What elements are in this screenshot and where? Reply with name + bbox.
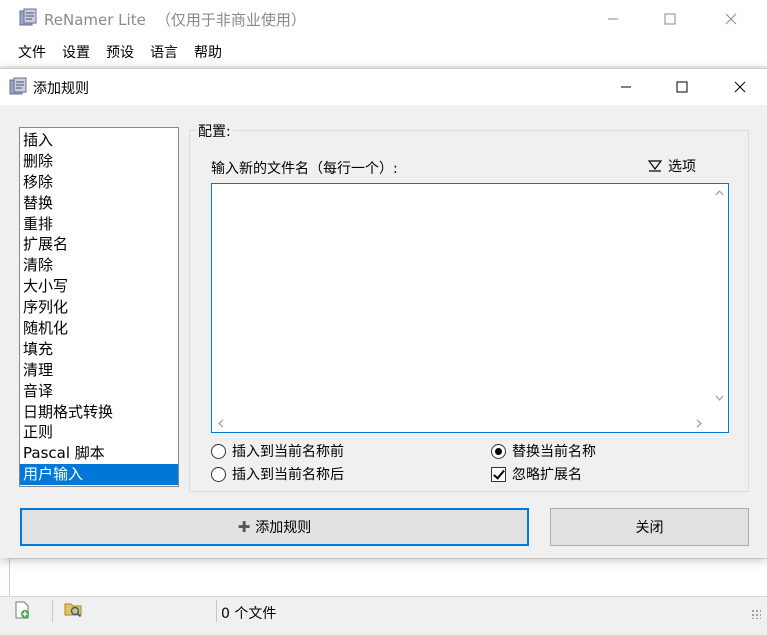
radio-insert-before-label: 插入到当前名称前 — [232, 444, 344, 460]
rule-item-strip[interactable]: 清除 — [20, 255, 178, 276]
rule-item-randomize[interactable]: 随机化 — [20, 318, 178, 339]
scroll-up-icon[interactable] — [715, 190, 724, 196]
horizontal-scrollbar[interactable] — [212, 415, 712, 432]
checkbox-ignore-extension-label: 忽略扩展名 — [512, 467, 582, 483]
file-count-text: 0 个文件 — [221, 606, 277, 622]
rule-item-cleanup[interactable]: 清理 — [20, 360, 178, 381]
menu-presets[interactable]: 预设 — [98, 42, 142, 62]
menu-language[interactable]: 语言 — [142, 42, 186, 62]
radio-insert-before[interactable]: 插入到当前名称前 — [211, 441, 344, 461]
renamer-app-icon — [9, 77, 27, 95]
rule-item-padding[interactable]: 填充 — [20, 339, 178, 360]
rule-item-replace[interactable]: 替换 — [20, 193, 178, 214]
radio-insert-after-label: 插入到当前名称后 — [232, 467, 344, 483]
radio-insert-after-circle[interactable] — [211, 466, 226, 482]
radio-replace-current[interactable]: 替换当前名称 — [491, 441, 596, 461]
menu-file[interactable]: 文件 — [10, 42, 54, 62]
scroll-right-icon[interactable] — [696, 419, 702, 428]
minimize-icon — [608, 18, 618, 20]
main-files-panel-edge — [10, 558, 767, 596]
main-menubar: 文件 设置 预设 语言 帮助 — [0, 38, 767, 66]
close-button-label: 关闭 — [635, 520, 664, 536]
options-button[interactable]: 选项 — [648, 156, 696, 176]
vertical-scrollbar[interactable] — [711, 184, 728, 412]
rule-item-user-input[interactable]: 用户输入 — [20, 464, 178, 486]
rule-item-translit[interactable]: 音译 — [20, 381, 178, 402]
add-folder-icon[interactable] — [64, 600, 82, 618]
maximize-icon — [676, 81, 688, 93]
rule-item-rearrange[interactable]: 重排 — [20, 214, 178, 235]
main-maximize-button[interactable] — [647, 0, 693, 38]
dialog-minimize-button[interactable] — [597, 69, 655, 105]
rule-item-pascal-script[interactable]: Pascal 脚本 — [20, 443, 178, 464]
close-icon — [734, 81, 746, 93]
maximize-icon — [664, 13, 676, 25]
rule-item-extension[interactable]: 扩展名 — [20, 234, 178, 255]
add-file-icon[interactable] — [13, 601, 31, 619]
radio-insert-after[interactable]: 插入到当前名称后 — [211, 464, 344, 484]
rule-item-insert[interactable]: 插入 — [20, 130, 178, 151]
main-window-lower-area: 0 个文件 — [0, 558, 767, 635]
checkbox-ignore-extension-box[interactable] — [491, 466, 506, 482]
new-names-input[interactable] — [212, 184, 710, 412]
menu-help[interactable]: 帮助 — [186, 42, 230, 62]
status-separator — [52, 600, 53, 622]
add-rule-button[interactable]: ✚ 添加规则 — [20, 508, 529, 546]
statusbar: 0 个文件 — [0, 596, 767, 623]
minimize-icon — [621, 86, 631, 88]
rule-list[interactable]: 插入 删除 移除 替换 重排 扩展名 清除 大小写 序列化 随机化 填充 清理 … — [19, 127, 179, 487]
dialog-close-button[interactable] — [711, 69, 767, 105]
main-close-button[interactable] — [708, 0, 754, 38]
dialog-titlebar: 添加规则 — [0, 69, 767, 105]
radio-replace-current-label: 替换当前名称 — [512, 444, 596, 460]
scrollbar-corner — [711, 415, 728, 432]
status-separator — [216, 600, 217, 622]
main-window-title-name: ReNamer Lite — [44, 11, 146, 29]
options-label: 选项 — [668, 159, 696, 175]
menu-settings[interactable]: 设置 — [54, 42, 98, 62]
add-rule-dialog: 添加规则 插入 删除 移除 替换 重排 扩展名 清除 大小写 序列化 随机化 填… — [0, 68, 767, 558]
main-window-title: ReNamer Lite （仅用于非商业使用） — [44, 9, 306, 30]
screen: ReNamer Lite （仅用于非商业使用） 文件 设置 预设 语言 帮助 0… — [0, 0, 767, 635]
size-grip-icon[interactable] — [751, 609, 761, 619]
plus-icon: ✚ — [237, 518, 251, 536]
scroll-down-icon[interactable] — [715, 395, 724, 401]
close-icon — [725, 13, 737, 25]
filter-icon — [648, 160, 662, 172]
main-titlebar: ReNamer Lite （仅用于非商业使用） — [0, 0, 767, 38]
radio-replace-current-circle[interactable] — [491, 443, 506, 459]
dialog-maximize-button[interactable] — [653, 69, 711, 105]
scroll-left-icon[interactable] — [218, 419, 224, 428]
close-button[interactable]: 关闭 — [550, 508, 749, 546]
main-window-title-suffix: （仅用于非商业使用） — [155, 11, 306, 29]
radio-insert-before-circle[interactable] — [211, 443, 226, 459]
renamer-app-icon — [19, 8, 37, 26]
rule-item-regex[interactable]: 正则 — [20, 422, 178, 443]
rule-item-serialize[interactable]: 序列化 — [20, 297, 178, 318]
add-rule-button-label: 添加规则 — [255, 520, 312, 536]
rule-item-case[interactable]: 大小写 — [20, 276, 178, 297]
config-group-label: 配置: — [196, 121, 233, 141]
rule-item-reformat-date[interactable]: 日期格式转换 — [20, 402, 178, 423]
main-minimize-button[interactable] — [590, 0, 636, 38]
dialog-title: 添加规则 — [33, 81, 89, 97]
lower-edge-strip — [0, 623, 767, 635]
main-left-toolbar-edge — [0, 558, 10, 598]
rule-item-remove[interactable]: 移除 — [20, 172, 178, 193]
rule-item-delete[interactable]: 删除 — [20, 151, 178, 172]
new-names-input-box — [211, 183, 729, 433]
checkbox-ignore-extension[interactable]: 忽略扩展名 — [491, 464, 582, 484]
new-names-label: 输入新的文件名（每行一个）: — [211, 161, 398, 177]
